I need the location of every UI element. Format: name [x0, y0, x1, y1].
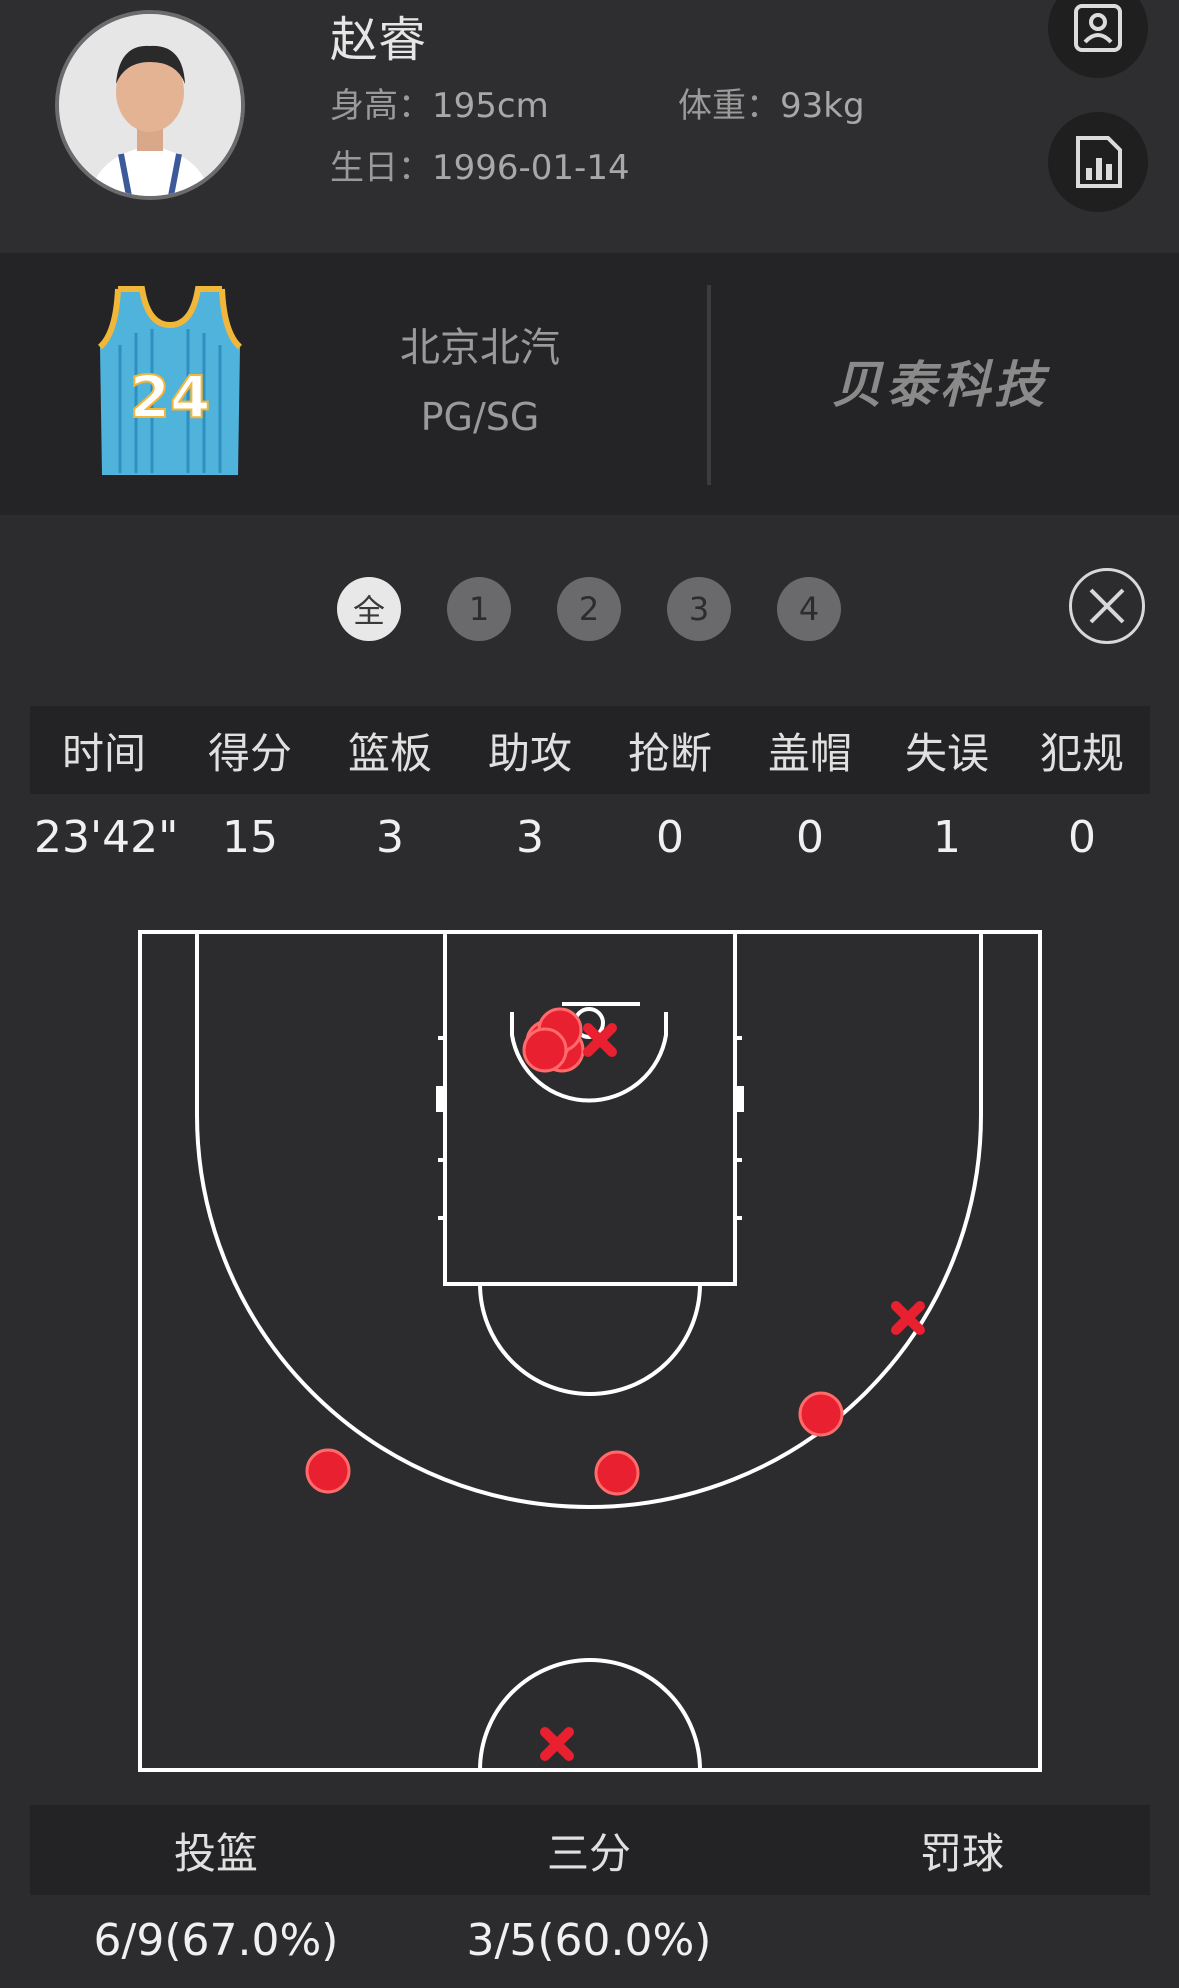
- close-icon: [1089, 588, 1125, 624]
- summary-value-3pt: 3/5(60.0%): [466, 1915, 712, 1966]
- stat-header-blocks: 盖帽: [767, 729, 852, 778]
- stat-value-points: 15: [222, 812, 278, 863]
- tab-q2[interactable]: 2: [557, 577, 621, 641]
- shot-chart-court: [138, 930, 1042, 1772]
- stat-header-rebounds: 篮板: [347, 729, 432, 778]
- summary-value-fg: 6/9(67.0%): [93, 1915, 339, 1966]
- summary-header-fg: 投篮: [173, 1829, 258, 1878]
- made-shot: [594, 1450, 640, 1496]
- missed-shot: [540, 1727, 574, 1761]
- stat-value-blocks: 0: [796, 812, 824, 863]
- sponsor-logo: 贝泰科技: [832, 356, 1048, 414]
- player-name: 赵睿: [330, 12, 427, 68]
- player-avatar: [55, 10, 245, 200]
- weight-row: 体重：93kg: [678, 78, 865, 127]
- player-position: PG/SG: [420, 395, 540, 439]
- made-shot: [522, 1027, 568, 1073]
- stat-value-assists: 3: [516, 812, 544, 863]
- stat-header-time: 时间: [61, 729, 146, 778]
- stat-header-assists: 助攻: [487, 729, 572, 778]
- height-label: 身高：: [330, 86, 432, 126]
- stat-value-turnovers: 1: [933, 812, 961, 863]
- birthday-row: 生日：1996-01-14: [330, 140, 630, 189]
- tab-q1[interactable]: 1: [447, 577, 511, 641]
- summary-header-3pt: 三分: [546, 1829, 631, 1878]
- height-row: 身高：195cm: [330, 78, 549, 127]
- height-value: 195cm: [432, 86, 549, 126]
- free-throw-circle: [478, 1283, 702, 1396]
- profile-icon: [1074, 4, 1122, 52]
- weight-value: 93kg: [780, 86, 865, 126]
- tab-q3[interactable]: 3: [667, 577, 731, 641]
- stat-header-steals: 抢断: [627, 729, 712, 778]
- missed-shot: [891, 1301, 925, 1335]
- stat-value-rebounds: 3: [376, 812, 404, 863]
- made-shot: [798, 1391, 844, 1437]
- weight-label: 体重：: [678, 86, 780, 126]
- stat-header-fouls: 犯规: [1039, 729, 1124, 778]
- close-button[interactable]: [1069, 568, 1145, 644]
- stat-header-turnovers: 失误: [904, 729, 989, 778]
- center-circle: [478, 1658, 702, 1771]
- jersey-number: 24: [130, 363, 211, 431]
- band-divider: [707, 285, 711, 485]
- stat-value-steals: 0: [656, 812, 684, 863]
- paint: [443, 930, 737, 1286]
- summary-header-ft: 罚球: [919, 1829, 1004, 1878]
- stat-value-fouls: 0: [1068, 812, 1096, 863]
- tab-q4[interactable]: 4: [777, 577, 841, 641]
- made-shot: [305, 1448, 351, 1494]
- stat-header-points: 得分: [207, 729, 292, 778]
- jersey-icon: 24: [97, 286, 243, 475]
- tab-all[interactable]: 全: [337, 577, 401, 641]
- team-name: 北京北汽: [400, 325, 560, 371]
- birthday-value: 1996-01-14: [432, 148, 630, 188]
- birthday-label: 生日：: [330, 148, 432, 188]
- report-chart-icon: [1076, 136, 1122, 188]
- three-point-arc: [195, 932, 983, 1509]
- stat-value-time: 23'42": [34, 812, 179, 863]
- stats-report-button[interactable]: [1048, 112, 1148, 212]
